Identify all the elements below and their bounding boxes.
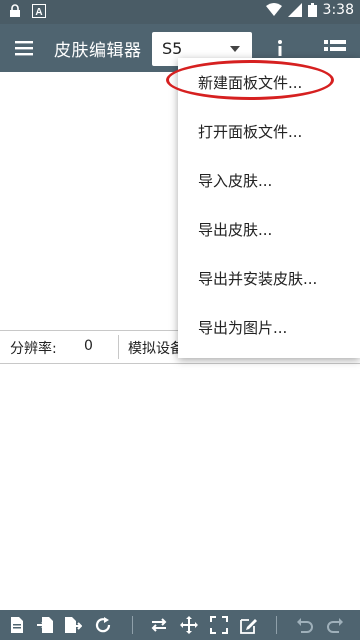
- divider: [118, 335, 119, 359]
- device-selector[interactable]: 模拟设备: [128, 338, 184, 358]
- new-file-icon[interactable]: [8, 616, 26, 634]
- move-icon[interactable]: [180, 616, 198, 634]
- export-icon[interactable]: [64, 616, 83, 634]
- menu-item-label: 导出并安装皮肤...: [198, 270, 318, 288]
- skin-selector-value: S5: [162, 39, 183, 58]
- menu-item-export-image[interactable]: 导出为图片...: [178, 303, 360, 351]
- swap-icon[interactable]: [150, 616, 168, 634]
- svg-text:A: A: [35, 7, 42, 18]
- menu-item-export-install-skin[interactable]: 导出并安装皮肤...: [178, 254, 360, 302]
- menu-icon[interactable]: [12, 36, 36, 60]
- menu-item-label: 导出为图片...: [198, 319, 288, 337]
- resolution-label: 分辨率:: [10, 341, 57, 357]
- resolution-value: 0: [84, 338, 93, 354]
- status-bar: A 3:38: [0, 0, 360, 24]
- page-title: 皮肤编辑器: [54, 41, 142, 61]
- menu-item-import-skin[interactable]: 导入皮肤...: [178, 156, 360, 204]
- signal-icon: [287, 3, 302, 17]
- wifi-icon: [265, 3, 282, 16]
- menu-item-export-skin[interactable]: 导出皮肤...: [178, 205, 360, 253]
- edit-icon[interactable]: [240, 616, 258, 634]
- toolbar-divider: [276, 616, 277, 634]
- font-a-icon: A: [32, 4, 46, 18]
- lock-icon: [10, 4, 20, 17]
- chevron-down-icon: [230, 46, 240, 52]
- list-icon[interactable]: [324, 38, 346, 58]
- undo-icon[interactable]: [296, 616, 314, 634]
- bottom-toolbar: [0, 610, 360, 640]
- fullscreen-icon[interactable]: [210, 616, 228, 634]
- menu-item-label: 打开面板文件...: [198, 123, 303, 141]
- import-icon[interactable]: [36, 616, 54, 634]
- menu-item-label: 导出皮肤...: [198, 221, 273, 239]
- toolbar-divider: [132, 616, 133, 634]
- refresh-icon[interactable]: [94, 616, 112, 634]
- menu-item-label: 导入皮肤...: [198, 172, 273, 190]
- info-icon[interactable]: [272, 38, 288, 58]
- highlight-annotation: [166, 60, 334, 100]
- menu-item-open-panel[interactable]: 打开面板文件...: [178, 107, 360, 155]
- status-time: 3:38: [322, 2, 354, 18]
- redo-icon[interactable]: [326, 616, 344, 634]
- battery-icon: [307, 3, 317, 17]
- overflow-menu: 新建面板文件... 打开面板文件... 导入皮肤... 导出皮肤... 导出并安…: [178, 58, 360, 358]
